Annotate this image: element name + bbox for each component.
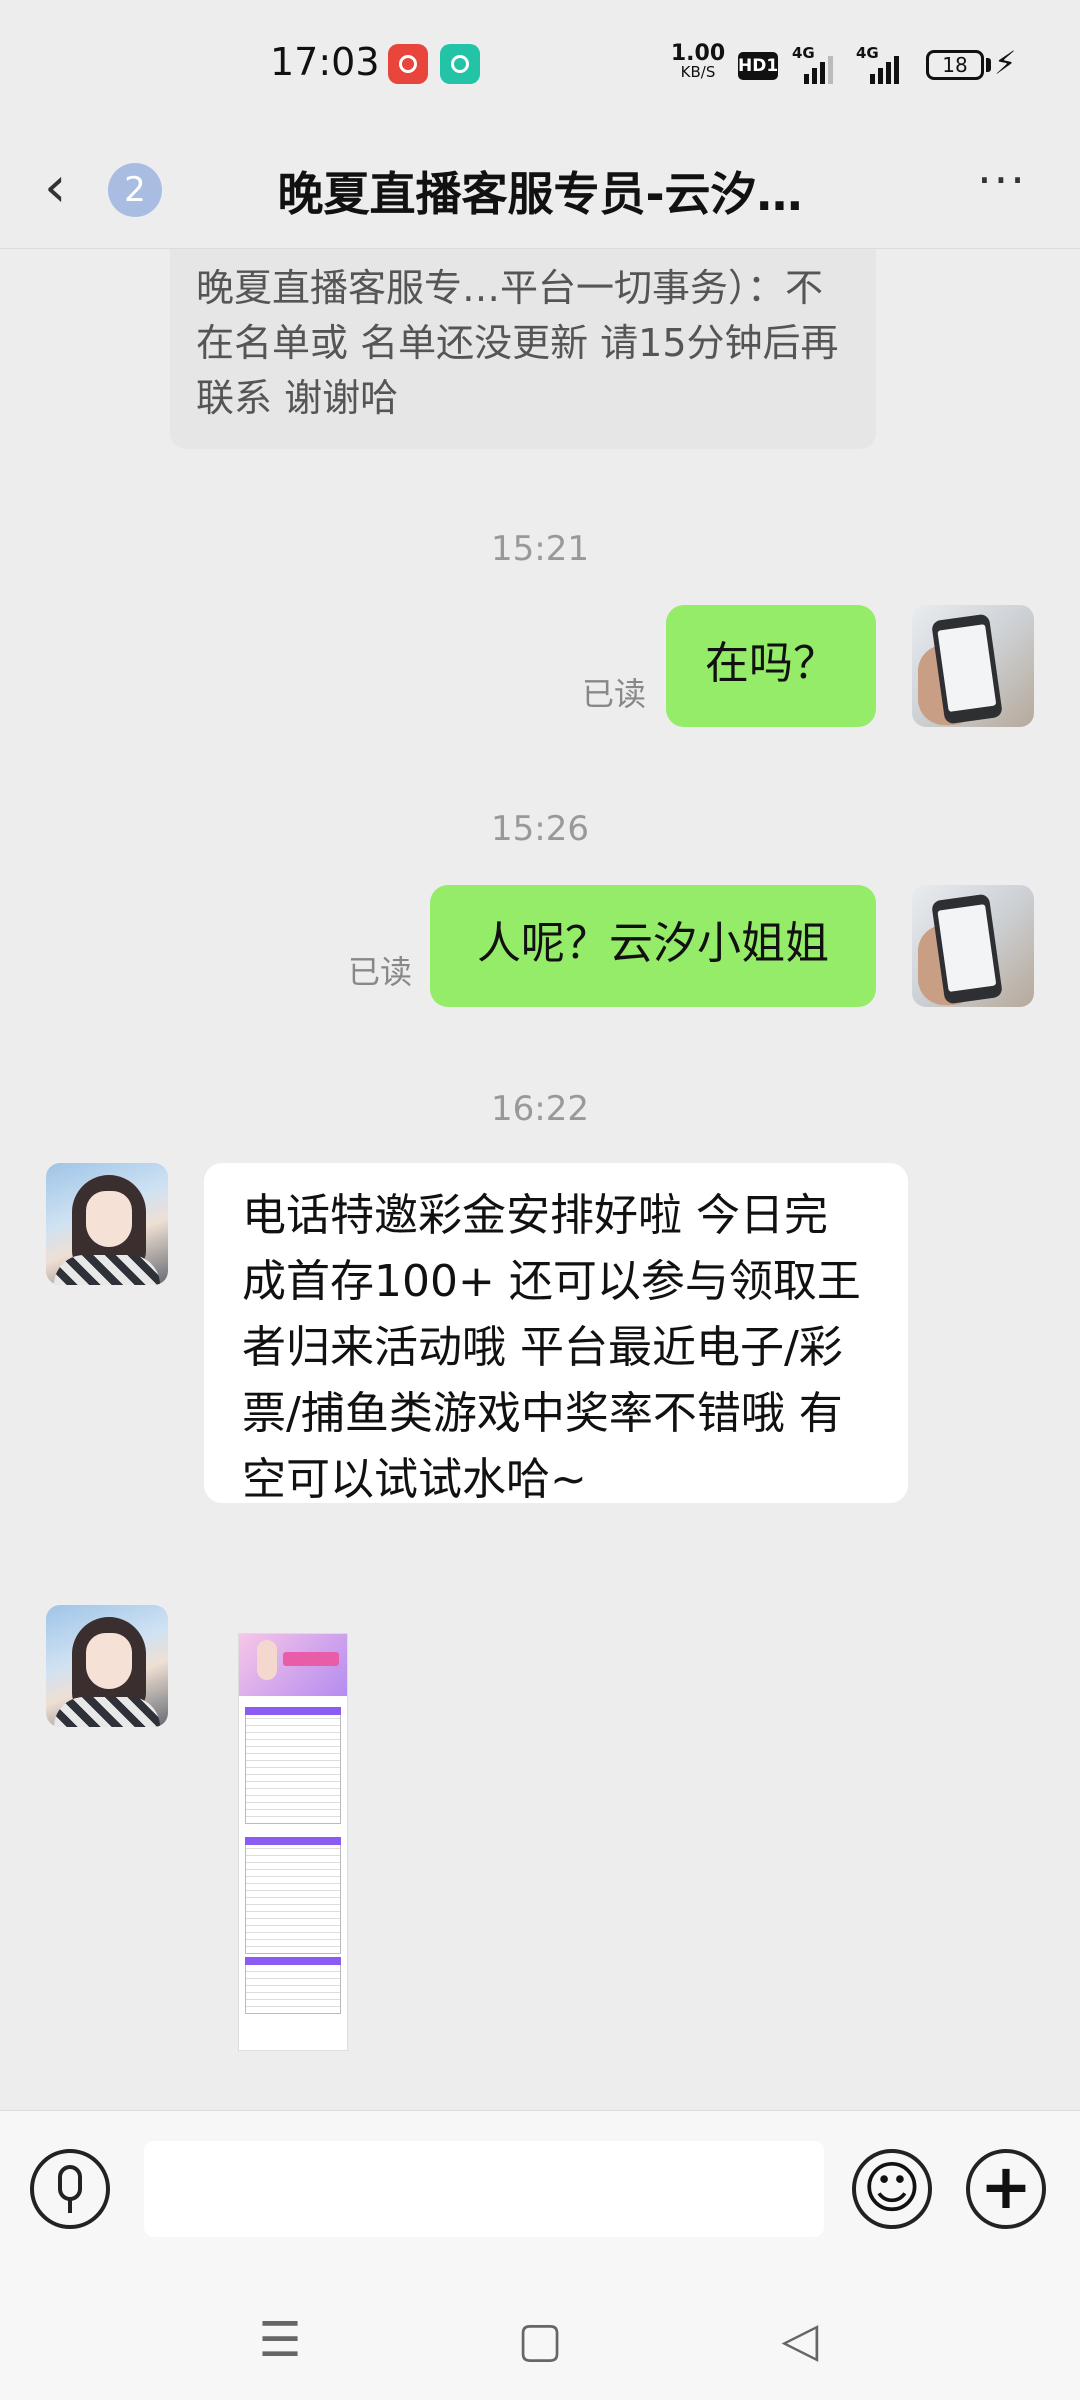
emoji-icon[interactable]: ☺ [852, 2149, 932, 2229]
hd-voice-icon: HD1 [738, 52, 778, 80]
timestamp: 15:21 [491, 529, 589, 569]
unread-count-badge[interactable]: 2 [108, 163, 162, 217]
network-speed: 1.00 KB/S [668, 41, 728, 82]
received-image-message[interactable] [238, 1633, 348, 2051]
contact-avatar[interactable] [46, 1163, 168, 1285]
battery-cap [986, 58, 991, 72]
status-bar: 17:03 1.00 KB/S HD1 4G 4G 18 ⚡ [0, 0, 1080, 130]
contact-avatar[interactable] [46, 1605, 168, 1727]
read-receipt: 已读 [582, 675, 647, 713]
chat-title: 晚夏直播客服专员-云汐… [277, 167, 803, 221]
charging-bolt-icon: ⚡ [994, 44, 1017, 82]
my-avatar[interactable] [912, 885, 1034, 1007]
read-receipt: 已读 [348, 953, 413, 991]
image-table [245, 1957, 341, 2014]
message-list[interactable]: 晚夏直播客服专…平台一切事务）：不在名单或 名单还没更新 请15分钟后再联系 谢… [0, 249, 1080, 2109]
timestamp: 16:22 [491, 1089, 589, 1129]
plus-icon[interactable]: + [966, 2149, 1046, 2229]
chat-header: ‹ 2 晚夏直播客服专员-云汐… ··· [0, 130, 1080, 249]
menu-icon[interactable]: ☰ [250, 2310, 310, 2370]
received-message-bubble[interactable]: 电话特邀彩金安排好啦 今日完成首存100+ 还可以参与领取王者归来活动哦 平台最… [204, 1163, 908, 1505]
image-banner-title [283, 1652, 339, 1666]
teal-chat-app-icon [440, 44, 480, 84]
input-bar: ☺ + [0, 2110, 1080, 2275]
sent-message-bubble[interactable]: 人呢？云汐小姐姐 [430, 885, 876, 1007]
signal-icon-2: 4G [856, 44, 906, 84]
my-avatar[interactable] [912, 605, 1034, 727]
status-time: 17:03 [270, 40, 380, 84]
red-app-icon [388, 44, 428, 84]
back-triangle-icon[interactable]: ◁ [770, 2310, 830, 2370]
system-notice: 晚夏直播客服专…平台一切事务）：不在名单或 名单还没更新 请15分钟后再联系 谢… [170, 249, 876, 449]
battery-icon: 18 [926, 50, 984, 80]
system-navigation-bar: ☰ ▢ ◁ [0, 2274, 1080, 2400]
network-speed-value: 1.00 [670, 41, 726, 66]
microphone-icon[interactable] [30, 2149, 110, 2229]
signal-label-2: 4G [856, 44, 879, 62]
signal-label-1: 4G [792, 44, 815, 62]
timestamp: 15:26 [491, 809, 589, 849]
sent-message-bubble[interactable]: 在吗？ [666, 605, 876, 727]
message-input[interactable] [144, 2141, 824, 2237]
home-square-icon[interactable]: ▢ [510, 2310, 570, 2370]
image-table [245, 1707, 341, 1824]
chevron-left-icon[interactable]: ‹ [44, 160, 88, 220]
signal-icon-1: 4G [792, 44, 842, 84]
more-dots-icon[interactable]: ··· [970, 157, 1034, 220]
image-table [245, 1837, 341, 1954]
